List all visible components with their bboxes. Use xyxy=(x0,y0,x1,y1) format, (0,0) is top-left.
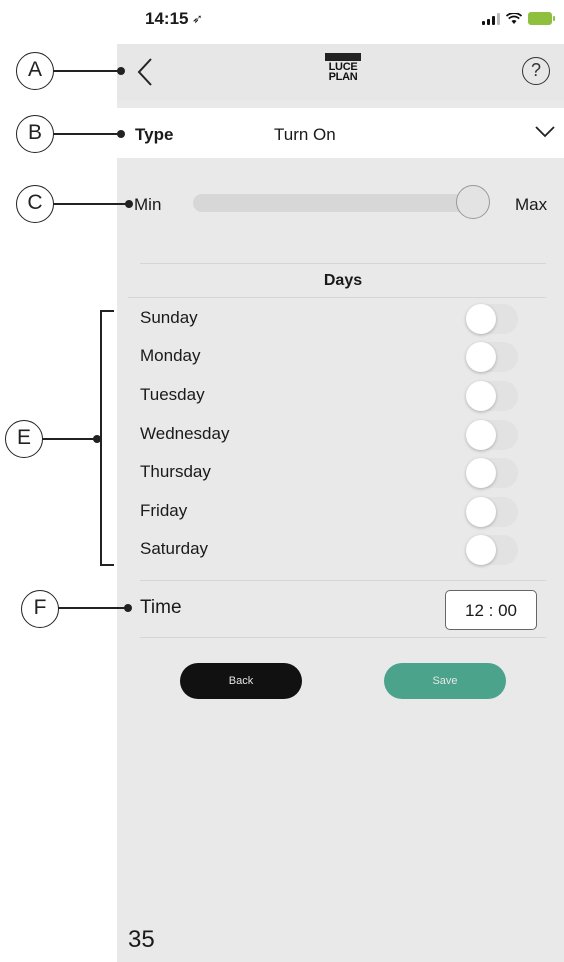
day-label: Sunday xyxy=(140,308,198,327)
callout-dot xyxy=(125,200,133,208)
divider xyxy=(140,580,546,581)
thursday-toggle[interactable] xyxy=(466,458,518,488)
friday-toggle[interactable] xyxy=(466,497,518,527)
signal-icon xyxy=(482,12,500,25)
monday-toggle[interactable] xyxy=(466,342,518,372)
callout-line xyxy=(53,133,119,135)
day-label: Wednesday xyxy=(140,424,230,443)
day-row-tuesday: Tuesday xyxy=(117,377,564,415)
luceplan-logo: LUCE PLAN xyxy=(325,53,361,91)
time-picker[interactable]: 12 : 00 xyxy=(445,590,537,630)
day-label: Friday xyxy=(140,501,188,520)
help-icon[interactable]: ? xyxy=(522,57,550,85)
day-row-saturday: Saturday xyxy=(117,531,564,569)
day-label: Monday xyxy=(140,346,201,365)
callout-line xyxy=(58,607,128,609)
status-bar: 14:15 ➶ xyxy=(117,0,564,44)
time-label: Time xyxy=(140,597,182,618)
slider-max-label: Max xyxy=(515,195,548,214)
type-label: Type xyxy=(135,125,174,144)
save-button[interactable]: Save xyxy=(384,663,506,699)
day-label: Tuesday xyxy=(140,385,205,404)
callout-e: E xyxy=(5,420,43,458)
divider xyxy=(140,637,546,638)
battery-icon xyxy=(528,12,555,25)
slider-min-label: Min xyxy=(134,195,162,214)
callout-line xyxy=(42,438,98,440)
chevron-down-icon[interactable] xyxy=(534,124,556,140)
day-row-thursday: Thursday xyxy=(117,454,564,492)
wednesday-toggle[interactable] xyxy=(466,420,518,450)
slider-thumb[interactable] xyxy=(456,185,490,219)
logo-line2: PLAN xyxy=(328,71,358,83)
callout-a: A xyxy=(16,52,54,90)
callout-dot xyxy=(117,130,125,138)
callout-dot xyxy=(124,604,132,612)
wifi-icon xyxy=(506,12,522,24)
callout-line xyxy=(53,203,129,205)
back-button[interactable]: Back xyxy=(180,663,302,699)
status-icons xyxy=(482,12,555,25)
callout-b: B xyxy=(16,115,54,153)
sunday-toggle[interactable] xyxy=(466,304,518,334)
back-chevron-icon[interactable] xyxy=(135,56,155,88)
days-header: Days xyxy=(323,272,363,289)
type-value: Turn On xyxy=(274,125,336,144)
saturday-toggle[interactable] xyxy=(466,535,518,565)
day-row-wednesday: Wednesday xyxy=(117,416,564,454)
day-label: Saturday xyxy=(140,539,209,558)
intensity-slider[interactable] xyxy=(193,194,483,212)
day-row-monday: Monday xyxy=(117,338,564,376)
day-row-friday: Friday xyxy=(117,493,564,531)
type-selector[interactable]: Type Turn On xyxy=(117,108,564,158)
day-row-sunday: Sunday xyxy=(117,300,564,338)
divider xyxy=(128,297,546,298)
page-number: 35 xyxy=(128,926,155,953)
days-bracket xyxy=(100,310,114,566)
day-label: Thursday xyxy=(140,462,211,481)
tuesday-toggle[interactable] xyxy=(466,381,518,411)
location-arrow-icon: ➶ xyxy=(192,11,203,26)
callout-line xyxy=(53,70,119,72)
callout-c: C xyxy=(16,185,54,223)
status-time: 14:15 xyxy=(145,9,189,28)
callout-dot xyxy=(117,67,125,75)
callout-f: F xyxy=(21,590,59,628)
divider xyxy=(140,263,546,264)
nav-bar: LUCE PLAN ? xyxy=(117,44,564,100)
